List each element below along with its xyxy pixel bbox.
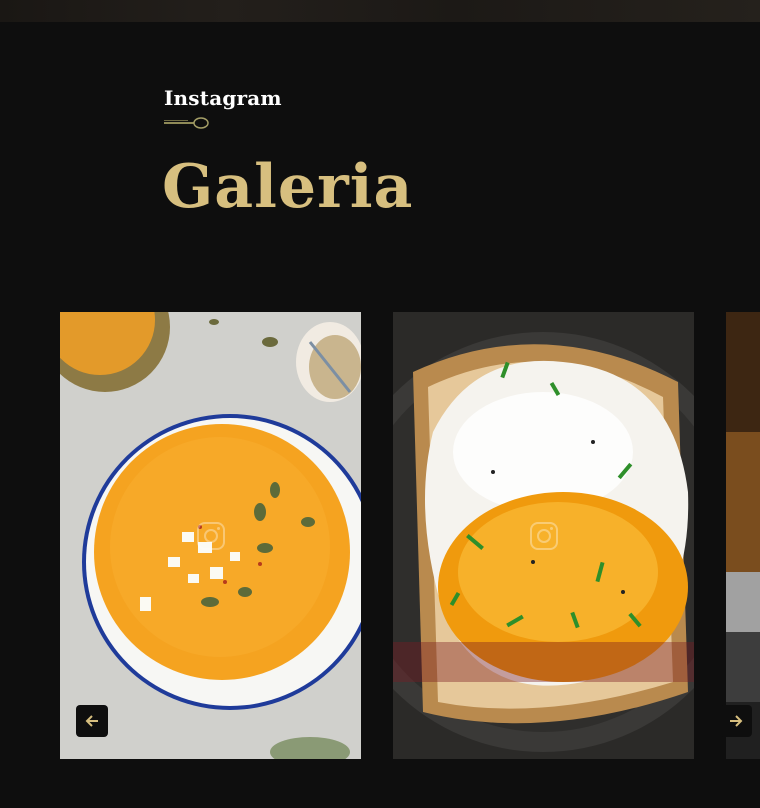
gallery-card[interactable] xyxy=(60,312,361,759)
gallery-carousel xyxy=(0,312,760,759)
instagram-icon xyxy=(196,521,225,550)
gallery-card[interactable] xyxy=(726,312,760,759)
section-title: Galeria xyxy=(162,152,414,222)
arrow-right-icon xyxy=(730,715,743,727)
arrow-left-icon xyxy=(85,715,98,727)
carousel-next-button[interactable] xyxy=(720,705,752,737)
gallery-card[interactable] xyxy=(393,312,694,759)
spoon-ornament-icon xyxy=(164,117,209,129)
seafood-photo xyxy=(726,312,760,759)
header-background-strip xyxy=(0,0,760,22)
instagram-icon xyxy=(529,521,558,550)
section-label: Instagram xyxy=(164,86,282,110)
carousel-prev-button[interactable] xyxy=(76,705,108,737)
